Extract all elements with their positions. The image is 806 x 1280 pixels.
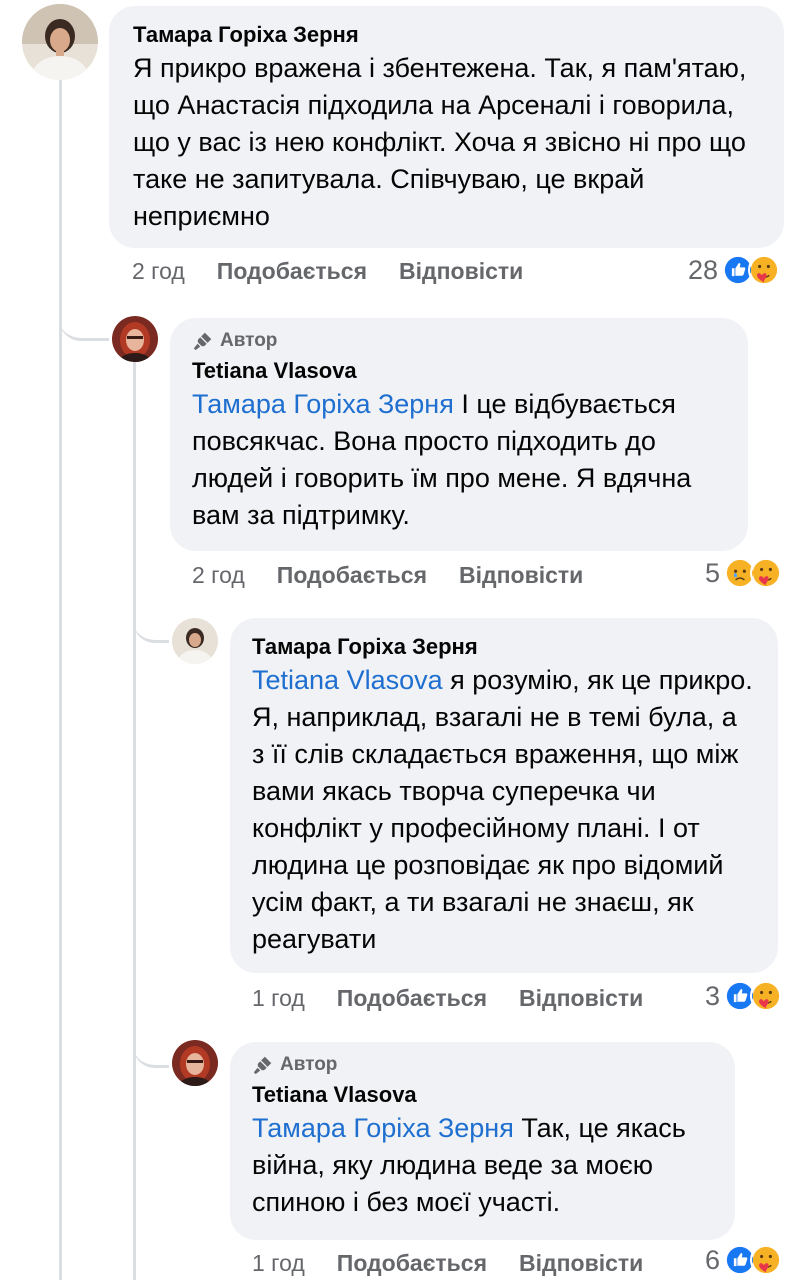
reaction-summary[interactable]: 6 bbox=[705, 1244, 783, 1276]
mention-link[interactable]: Тамара Горіха Зерня bbox=[252, 1113, 514, 1143]
comment-actions: 1 год Подобається Відповісти bbox=[252, 1250, 643, 1277]
avatar-photo-tamara bbox=[22, 4, 98, 80]
comment-bubble: Тамара Горіха Зерня Я прикро вражена і з… bbox=[109, 6, 784, 248]
thread-curve-reply-2 bbox=[133, 595, 169, 643]
mention-link[interactable]: Тамара Горіха Зерня bbox=[192, 389, 454, 419]
comment-time[interactable]: 2 год bbox=[132, 258, 185, 285]
comment-time[interactable]: 1 год bbox=[252, 1250, 305, 1277]
thread-curve-reply-3 bbox=[133, 1020, 169, 1068]
comment-actions: 1 год Подобається Відповісти bbox=[252, 985, 643, 1012]
comment-body: я розумію, як це прикро. Я, наприклад, в… bbox=[252, 665, 753, 954]
comment-time[interactable]: 1 год bbox=[252, 985, 305, 1012]
author-badge: Автор bbox=[192, 330, 726, 352]
microphone-icon bbox=[253, 1056, 272, 1075]
reply-button[interactable]: Відповісти bbox=[399, 258, 523, 285]
like-button[interactable]: Подобається bbox=[337, 985, 487, 1012]
comment-author[interactable]: Тамара Горіха Зерня bbox=[133, 20, 760, 50]
comment-author[interactable]: Тамара Горіха Зерня bbox=[252, 632, 756, 662]
microphone-icon bbox=[193, 332, 212, 351]
comment-bubble: Автор Tetiana Vlasova Тамара Горіха Зерн… bbox=[230, 1042, 735, 1240]
reply-button[interactable]: Відповісти bbox=[519, 985, 643, 1012]
reply-button[interactable]: Відповісти bbox=[519, 1250, 643, 1277]
thread-line-reply-1 bbox=[133, 362, 136, 1280]
reply-button[interactable]: Відповісти bbox=[459, 562, 583, 589]
like-button[interactable]: Подобається bbox=[277, 562, 427, 589]
care-icon bbox=[750, 980, 783, 1012]
reaction-count: 28 bbox=[688, 254, 719, 285]
reaction-count: 6 bbox=[705, 1244, 721, 1275]
like-button[interactable]: Подобається bbox=[217, 258, 367, 285]
mention-link[interactable]: Tetiana Vlasova bbox=[252, 665, 443, 695]
reaction-count: 3 bbox=[705, 980, 721, 1011]
care-icon bbox=[748, 254, 781, 286]
comment-text: Tetiana Vlasova я розумію, як це прикро.… bbox=[252, 662, 756, 958]
like-button[interactable]: Подобається bbox=[337, 1250, 487, 1277]
author-badge-label: Автор bbox=[220, 330, 278, 351]
comment-bubble: Автор Tetiana Vlasova Тамара Горіха Зерн… bbox=[170, 318, 748, 551]
comment-text: Тамара Горіха Зерня І це відбувається по… bbox=[192, 386, 726, 534]
avatar[interactable] bbox=[172, 618, 218, 664]
comment-actions: 2 год Подобається Відповісти bbox=[132, 258, 523, 285]
reaction-summary[interactable]: 3 bbox=[705, 980, 783, 1012]
care-icon bbox=[750, 557, 783, 589]
comment-text: Я прикро вражена і збентежена. Так, я па… bbox=[133, 53, 747, 231]
care-icon bbox=[750, 1244, 783, 1276]
comment-time[interactable]: 2 год bbox=[192, 562, 245, 589]
comment-author[interactable]: Tetiana Vlasova bbox=[192, 356, 726, 386]
avatar-photo-tetiana bbox=[112, 316, 158, 362]
comment-actions: 2 год Подобається Відповісти bbox=[192, 562, 583, 589]
avatar[interactable] bbox=[172, 1040, 218, 1086]
comment-bubble: Тамара Горіха Зерня Tetiana Vlasova я ро… bbox=[230, 618, 778, 973]
avatar[interactable] bbox=[22, 4, 98, 80]
comment-author[interactable]: Tetiana Vlasova bbox=[252, 1080, 713, 1110]
avatar-photo-tamara bbox=[172, 618, 218, 664]
avatar-photo-tetiana bbox=[172, 1040, 218, 1086]
author-badge-label: Автор bbox=[280, 1054, 338, 1075]
thread-curve-reply-1 bbox=[59, 290, 109, 341]
avatar[interactable] bbox=[112, 316, 158, 362]
comment-text: Тамара Горіха Зерня Так, це якась війна,… bbox=[252, 1110, 713, 1221]
author-badge: Автор bbox=[252, 1054, 713, 1076]
reaction-count: 5 bbox=[705, 557, 721, 588]
thread-line-root bbox=[59, 78, 62, 1280]
reaction-summary[interactable]: 5 bbox=[705, 557, 783, 589]
reaction-summary[interactable]: 28 bbox=[688, 254, 781, 286]
